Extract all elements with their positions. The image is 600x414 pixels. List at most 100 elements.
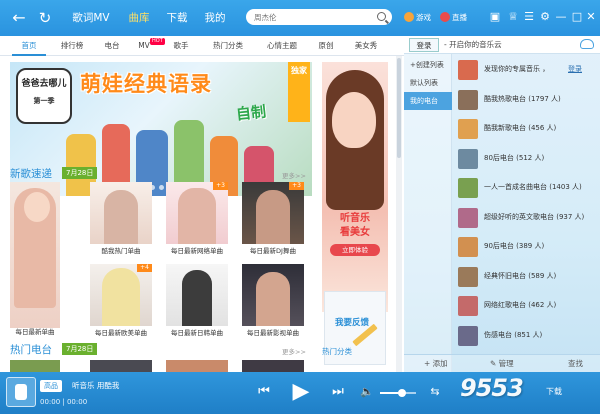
radio-thumb[interactable] — [90, 360, 152, 372]
login-button[interactable]: 登录 — [409, 38, 439, 52]
radio-name: 发现你的专属音乐 ， — [484, 65, 550, 73]
radio-avatar — [458, 207, 478, 228]
maximize-icon[interactable]: □ — [570, 10, 584, 24]
watermark-logo: 9553 — [460, 374, 524, 402]
radio-name: 80后电台 (512 人) — [484, 153, 545, 162]
hot-radio-date: 7月28日 — [62, 343, 98, 355]
tab-original[interactable]: 原创 — [312, 36, 340, 56]
sub-nav: 首页 排行榜 电台 MV HOT 歌手 热门分类 心情主题 原创 美女秀 — [0, 36, 404, 56]
song-card-dj[interactable]: +3 每日最新DJ舞曲 — [242, 182, 304, 256]
radio-thumb[interactable] — [242, 360, 304, 372]
radio-list-item[interactable]: 酷我热歌电台 (1797 人) — [458, 86, 592, 114]
volume-icon[interactable]: 🔈 — [360, 385, 374, 399]
tab-download[interactable]: 下载 — [162, 9, 192, 27]
tab-lyrics-mv[interactable]: 歌词MV — [68, 9, 114, 27]
song-card-jk[interactable]: 每日最新日韩单曲 — [166, 264, 228, 338]
radio-login-link[interactable]: 登录 — [568, 64, 582, 74]
previous-icon[interactable]: ⏮ — [256, 384, 272, 400]
game-link[interactable]: 游戏 — [404, 11, 431, 25]
radio-list-item[interactable]: 80后电台 (512 人) — [458, 145, 592, 173]
ad-photo-face — [332, 92, 376, 148]
next-icon[interactable]: ⏭ — [330, 384, 346, 400]
mini-mode-icon[interactable]: ▣ — [488, 10, 502, 24]
ad-slogan: 听音乐 看美女 — [340, 213, 370, 238]
cloud-icon[interactable] — [580, 39, 594, 49]
tab-singers[interactable]: 歌手 — [164, 36, 198, 56]
tab-charts[interactable]: 排行榜 — [52, 36, 92, 56]
tab-radio[interactable]: 电台 — [96, 36, 128, 56]
ad-try-button[interactable]: 立即体验 — [330, 244, 380, 256]
find-button[interactable]: 查找 — [568, 358, 583, 370]
radio-list-item[interactable]: 伤感电台 (851 人) — [458, 322, 592, 350]
panel-footer: + 添加 ✎ 管理 查找 — [404, 354, 600, 372]
create-list-button[interactable]: +创建列表 — [404, 56, 452, 74]
song-card-film[interactable]: 每日最新影视单曲 — [242, 264, 304, 338]
content-scrollbar[interactable] — [396, 56, 402, 372]
radio-avatar — [458, 178, 478, 198]
back-icon[interactable]: ← — [10, 9, 28, 27]
radio-name: 90后电台 (389 人) — [484, 242, 545, 250]
carousel-dot[interactable] — [158, 185, 164, 190]
radio-list-item[interactable]: 网络红歌电台 (462 人) — [458, 292, 592, 320]
radio-thumb[interactable] — [166, 360, 228, 372]
new-songs-more-link[interactable]: 更多>> — [282, 170, 306, 180]
card-photo — [256, 190, 290, 244]
scrollbar-thumb[interactable] — [397, 58, 401, 158]
new-count-badge: +3 — [213, 182, 228, 190]
radio-avatar — [458, 237, 478, 257]
quality-selector[interactable]: 高品 — [40, 380, 62, 392]
volume-slider[interactable] — [380, 389, 416, 397]
volume-knob[interactable] — [398, 389, 407, 397]
menu-icon[interactable]: ☰ — [522, 10, 536, 24]
radio-name: 经典怀旧电台 (589 人) — [484, 271, 557, 280]
card-thumb: +3 — [242, 182, 304, 244]
manage-icon: ✎ — [490, 359, 499, 368]
banner-carousel[interactable]: 爸爸去哪儿 第一季 萌娃经典语录 独家 自制 — [10, 62, 312, 196]
new-songs-feature-card[interactable] — [10, 182, 60, 328]
song-card-network[interactable]: +3 每日最新网络单曲 — [166, 182, 228, 256]
cover-avatar[interactable] — [6, 377, 36, 407]
tab-mood-themes[interactable]: 心情主题 — [258, 36, 306, 56]
tab-beauty-show[interactable]: 美女秀 — [346, 36, 386, 56]
manage-button[interactable]: ✎ 管理 — [490, 358, 514, 370]
radio-name: 酷我新歌电台 (456 人) — [484, 124, 557, 132]
hot-radio-more-link[interactable]: 更多>> — [282, 346, 306, 356]
radio-list-item[interactable]: 发现你的专属音乐 ， 登录 — [458, 56, 592, 84]
card-photo — [178, 188, 216, 244]
radio-list-item[interactable]: 酷我新歌电台 (456 人) — [458, 115, 592, 143]
song-card-western[interactable]: +4 每日最新欧美单曲 — [90, 264, 152, 338]
tab-hot-categories[interactable]: 热门分类 — [204, 36, 252, 56]
tab-mine[interactable]: 我的 — [200, 9, 230, 27]
search-input[interactable] — [254, 10, 374, 24]
radio-thumb[interactable] — [10, 360, 60, 372]
radio-list-item[interactable]: 一人一首成名曲电台 (1403 人) — [458, 174, 592, 202]
radio-list-item[interactable]: 超级好听的英文歌电台 (937 人) — [458, 204, 592, 232]
skin-icon[interactable]: ♕ — [506, 10, 520, 24]
loop-mode-icon[interactable]: ⇆ — [428, 385, 442, 399]
tab-home[interactable]: 首页 — [12, 36, 46, 56]
panel-header: 登录 - 开启你的音乐云 — [404, 36, 600, 54]
radio-avatar — [458, 325, 478, 346]
radio-list-item[interactable]: 90后电台 (389 人) — [458, 233, 592, 261]
sidebar-item-default-list[interactable]: 默认列表 — [404, 74, 452, 92]
hot-category-link[interactable]: 热门分类 — [322, 346, 352, 357]
card-photo — [182, 270, 212, 326]
radio-avatar — [458, 296, 478, 316]
banner-title: 萌娃经典语录 — [80, 72, 212, 96]
card-thumb: +3 — [166, 182, 228, 244]
play-icon[interactable]: ▶ — [288, 379, 314, 405]
song-card-hot[interactable]: 酷我热门单曲 — [90, 182, 152, 256]
settings-gear-icon[interactable]: ⚙ — [538, 10, 552, 24]
radio-list-item[interactable]: 经典怀旧电台 (589 人) — [458, 263, 592, 291]
close-icon[interactable]: ✕ — [584, 10, 598, 24]
side-ad[interactable]: 听音乐 看美女 立即体验 — [322, 62, 388, 312]
add-button[interactable]: + 添加 — [424, 358, 448, 370]
card-photo — [256, 272, 290, 326]
search-icon[interactable] — [377, 12, 386, 21]
refresh-icon[interactable]: ↻ — [36, 9, 54, 27]
tab-library[interactable]: 曲库 — [124, 9, 154, 27]
live-link[interactable]: 直播 — [440, 11, 467, 25]
sidebar-item-my-radio[interactable]: 我的电台 — [404, 92, 452, 110]
live-icon — [440, 12, 450, 22]
minimize-icon[interactable]: — — [554, 10, 568, 24]
